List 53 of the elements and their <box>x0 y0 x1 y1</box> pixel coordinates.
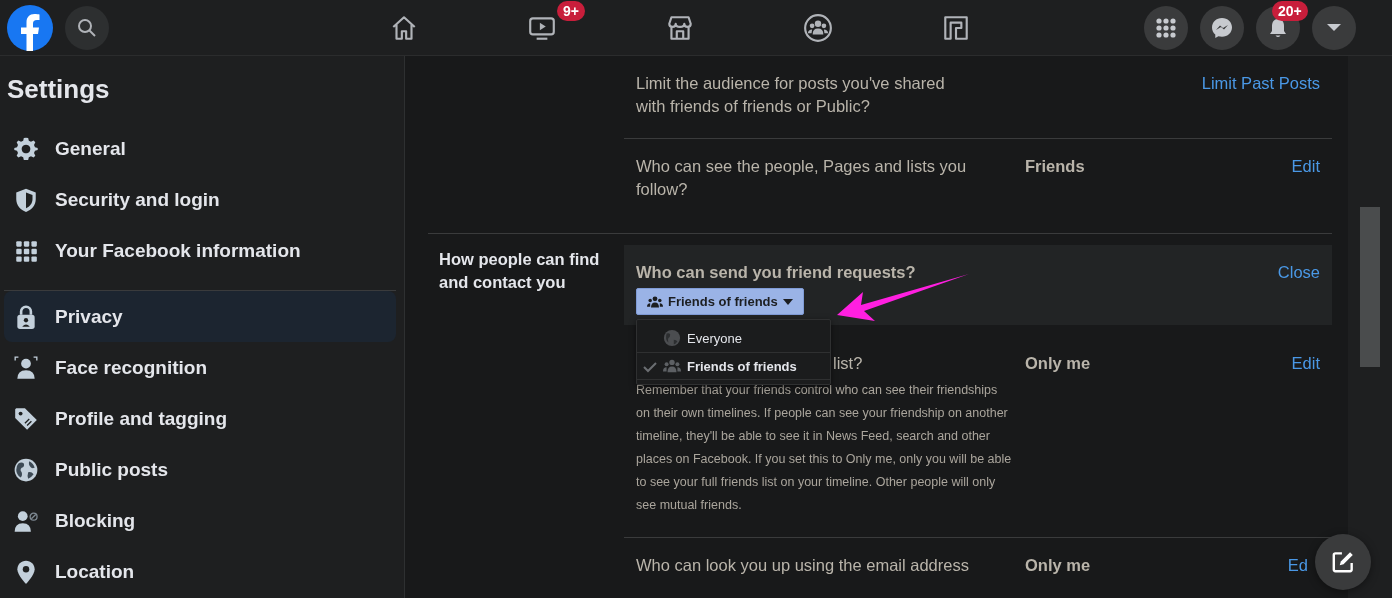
caret-down-icon <box>1327 24 1341 31</box>
compose-button[interactable] <box>1315 534 1371 590</box>
menu-icon <box>1154 15 1178 40</box>
sidebar-item[interactable]: General <box>4 123 396 174</box>
sidebar-item[interactable]: Your Facebook information <box>4 225 396 276</box>
nav-tab[interactable]: 9+ <box>473 0 611 55</box>
gear-icon <box>13 135 39 162</box>
person-icon <box>13 354 39 381</box>
notification-count: 9+ <box>557 0 585 21</box>
setting-question: Who can send you friend requests? <box>636 262 916 283</box>
setting-value: Only me <box>1025 555 1091 576</box>
globe-icon <box>13 456 39 483</box>
notification-count: 20+ <box>1272 0 1308 21</box>
sidebar-item[interactable]: Blocking <box>4 495 396 546</box>
shield-icon <box>13 186 39 213</box>
setting-question: Limit the audience for posts you've shared with friends of friends or Public? <box>636 73 945 117</box>
sidebar-item[interactable]: Location <box>4 546 396 597</box>
audience-dropdown[interactable]: Friends of friends <box>636 288 804 315</box>
messenger-icon <box>1210 15 1234 40</box>
edit-link[interactable]: Edit <box>1291 352 1320 375</box>
setting-description: Remember that your friends control who can see their friendships on their own timelines. If people can see your friendship on another timeline, they'll be able to see it in News Feed, search and other places on Facebook. If you set this to Only me, only you will be able to see your full friends list on your timeline. Other people will only see mutual friends. <box>636 382 1012 514</box>
menu-button[interactable] <box>1144 5 1188 50</box>
setting-question: Who can look you up using the email address <box>636 555 969 576</box>
menu-option[interactable]: Everyone <box>637 324 830 352</box>
tag-icon <box>13 405 39 432</box>
sidebar-item[interactable]: Public posts <box>4 444 396 495</box>
menu-option[interactable]: Friends of friends <box>637 352 830 380</box>
setting-value: Friends <box>1025 156 1085 177</box>
check-icon <box>643 360 657 374</box>
sidebar-item[interactable]: Profile and tagging <box>4 393 396 444</box>
pencil-square-icon <box>1330 549 1356 575</box>
setting-question: list? <box>833 353 863 374</box>
facebook-logo[interactable] <box>7 4 53 51</box>
account-menu-button[interactable] <box>1312 5 1356 50</box>
page-title: Settings <box>7 73 110 106</box>
search-button[interactable] <box>65 5 109 50</box>
messenger-button[interactable] <box>1200 5 1244 50</box>
edit-link[interactable]: Limit Past Posts <box>1201 72 1320 95</box>
group-icon <box>803 12 833 43</box>
globe-icon <box>663 329 681 347</box>
setting-question: Who can see the people, Pages and lists you follow? <box>636 156 967 200</box>
edit-link[interactable]: Close <box>1277 261 1320 284</box>
scrollbar[interactable] <box>1348 56 1392 598</box>
friends-icon <box>663 357 681 375</box>
sidebar-item[interactable]: Privacy <box>4 291 396 342</box>
caret-down-icon <box>782 296 793 307</box>
edit-link[interactable]: Ed <box>1287 554 1308 577</box>
sidebar-item[interactable]: Security and login <box>4 174 396 225</box>
sidebar-item[interactable]: Face recognition <box>4 342 396 393</box>
search-icon <box>77 17 97 38</box>
edit-link[interactable]: Edit <box>1291 155 1320 178</box>
setting-value: Only me <box>1025 353 1091 374</box>
section-label: How people can find and contact you <box>439 249 601 293</box>
